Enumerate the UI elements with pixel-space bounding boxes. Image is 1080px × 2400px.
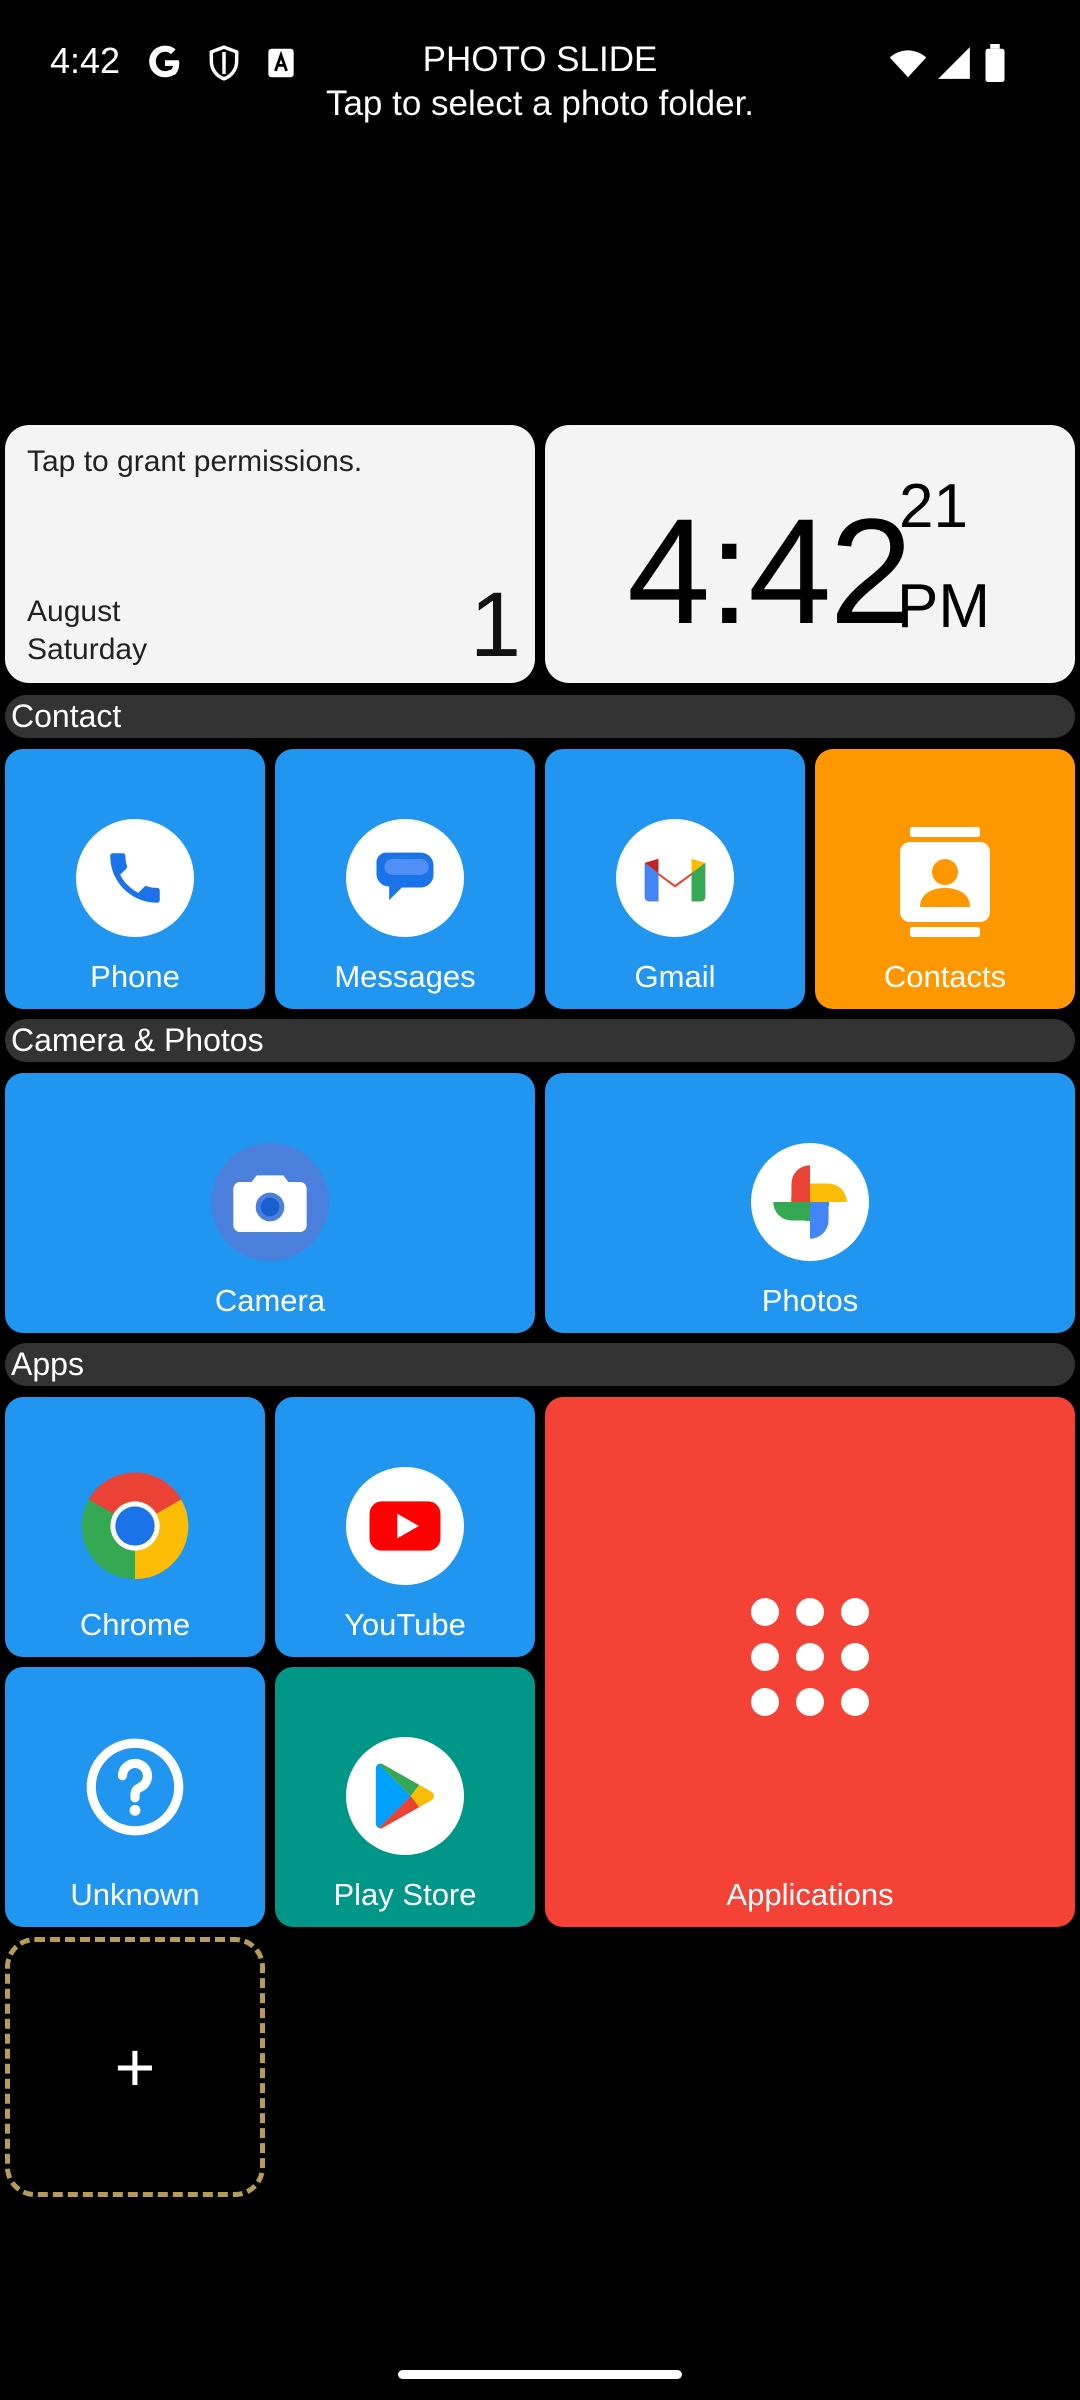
calendar-widget[interactable]: Tap to grant permissions. August Saturda… (5, 425, 535, 683)
gmail-icon (616, 819, 734, 937)
messages-icon (346, 819, 464, 937)
tile-label: Phone (90, 959, 180, 994)
question-mark-icon (85, 1737, 185, 1837)
tile-label: Contacts (883, 959, 1007, 994)
wifi-icon (888, 44, 927, 82)
phone-icon (76, 819, 194, 937)
home-indicator[interactable] (398, 2370, 682, 2379)
play-store-icon (346, 1737, 464, 1855)
battery-icon (982, 44, 1020, 82)
section-header-apps: Apps (5, 1343, 1075, 1386)
clock-seconds: 21 (899, 472, 968, 541)
add-tile-button[interactable]: + (5, 1937, 265, 2197)
day-number: 1 (469, 574, 521, 676)
section-label: Apps (11, 1346, 84, 1382)
tile-label: Play Store (333, 1877, 477, 1912)
tile-label: Camera (214, 1283, 326, 1318)
tile-label: Applications (726, 1877, 894, 1912)
section-header-contact: Contact (5, 695, 1075, 738)
tile-label: YouTube (344, 1607, 466, 1642)
cell-signal-icon (935, 44, 973, 82)
tile-label: Unknown (70, 1877, 200, 1912)
messages-tile[interactable]: Messages (275, 749, 535, 1009)
clock-time: 4:42 (627, 487, 913, 655)
phone-tile[interactable]: Phone (5, 749, 265, 1009)
photo-slide-subtitle[interactable]: Tap to select a photo folder. (0, 84, 1080, 124)
clock-widget[interactable]: 4:42 21 PM (545, 425, 1075, 683)
chrome-icon (76, 1467, 194, 1585)
section-header-camera-photos: Camera & Photos (5, 1019, 1075, 1062)
gmail-tile[interactable]: Gmail (545, 749, 805, 1009)
section-label: Contact (11, 698, 122, 734)
clock-ampm: PM (897, 572, 990, 641)
photos-tile[interactable]: Photos (545, 1073, 1075, 1333)
photos-pinwheel-icon (751, 1143, 869, 1261)
unknown-tile[interactable]: Unknown (5, 1667, 265, 1927)
tile-label: Chrome (79, 1607, 191, 1642)
tile-label: Photos (761, 1283, 859, 1318)
section-label: Camera & Photos (11, 1022, 264, 1058)
month-label: August (27, 595, 121, 628)
tile-label: Gmail (634, 959, 716, 994)
contacts-tile[interactable]: Contacts (815, 749, 1075, 1009)
weekday-label: Saturday (27, 633, 148, 666)
camera-tile[interactable]: Camera (5, 1073, 535, 1333)
camera-icon (211, 1143, 329, 1261)
youtube-icon (346, 1467, 464, 1585)
play-store-tile[interactable]: Play Store (275, 1667, 535, 1927)
chrome-tile[interactable]: Chrome (5, 1397, 265, 1657)
grant-permissions-text[interactable]: Tap to grant permissions. (27, 445, 362, 479)
contacts-icon (895, 827, 995, 937)
tile-label: Messages (334, 959, 476, 994)
app-grid-icon (750, 1597, 870, 1717)
plus-icon: + (114, 2028, 156, 2106)
youtube-tile[interactable]: YouTube (275, 1397, 535, 1657)
applications-tile[interactable]: Applications (545, 1397, 1075, 1927)
